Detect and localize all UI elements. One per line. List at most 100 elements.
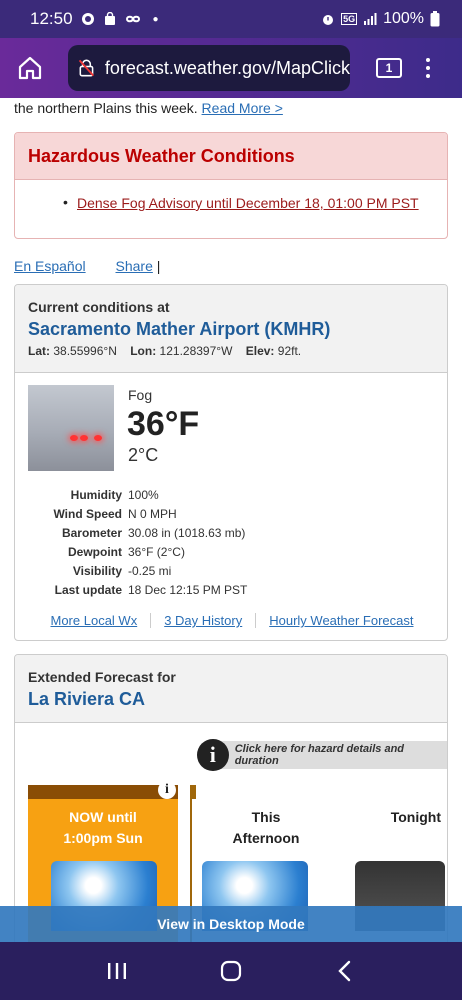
conditions-details-table: Humidity 100% Wind Speed N 0 MPH Barometer… [15,485,447,599]
details-key: Barometer [61,525,122,540]
current-conditions-panel: Current conditions at Sacramento Mather … [14,284,448,641]
browser-menu-button[interactable] [426,58,430,78]
hazard-details-text: Click here for hazard details and durati… [234,743,405,767]
three-day-history-link[interactable]: 3 Day History [150,613,255,628]
details-key: Dewpoint [68,544,122,559]
back-icon [338,960,351,982]
fog-light [80,435,88,441]
signal-icon [364,13,377,25]
dense-fog-advisory-link[interactable]: Dense Fog Advisory until December 18, 01… [77,195,419,211]
period-name-line1: Tonight [390,809,441,825]
details-value: -0.25 mi [128,563,172,578]
battery-percent: 100% [383,10,424,27]
details-key: Visibility [72,563,122,578]
share-link[interactable]: Share [116,258,153,274]
details-value: 100% [128,487,159,502]
period-name-line1: This [251,809,281,825]
period-name-line2: Afternoon [232,830,300,846]
hourly-forecast-link[interactable]: Hourly Weather Forecast [255,613,426,628]
recent-apps-button[interactable] [97,951,137,991]
details-row: Dewpoint 36°F (2°C) [15,542,447,561]
back-button[interactable] [325,951,365,991]
details-value: N 0 MPH [128,506,177,521]
home-nav-button[interactable] [211,951,251,991]
details-row: Humidity 100% [15,485,447,504]
elev-label: Elev: [245,344,275,358]
recent-apps-icon [108,963,126,979]
extended-forecast-header: Extended Forecast for La Riviera CA [15,655,447,723]
details-key: Last update [54,582,122,597]
espanol-link[interactable]: En Español [14,258,86,274]
station-coordinates: Lat: 38.55996°N Lon: 121.28397°W Elev: 9… [28,344,434,358]
extended-forecast-panel: Extended Forecast for La Riviera CA i Cl… [14,654,448,942]
period-name: This Afternoon [192,807,340,849]
home-nav-icon [220,960,242,982]
hazard-details-button[interactable]: i Click here for hazard details and dura… [197,739,447,771]
details-row: Wind Speed N 0 MPH [15,504,447,523]
station-name: Sacramento Mather Airport (KMHR) [28,319,331,339]
hazard-bar-strip [190,785,196,799]
not-secure-lock-icon [78,59,95,77]
system-navigation-bar [0,942,462,1000]
menu-dot [426,66,430,70]
details-value: 30.08 in (1018.63 mb) [128,525,246,540]
period-name: NOW until 1:00pm Sun [28,807,178,849]
condition-text: Fog [128,387,153,403]
fog-light [94,435,102,441]
period-name: Tonight [345,807,447,828]
elev-value: 92ft. [277,344,302,358]
hazard-bar-strip: i [28,781,178,799]
details-key: Wind Speed [53,506,122,521]
hazard-panel: Hazardous Weather Conditions Dense Fog A… [14,132,448,239]
current-conditions-body: Fog 36°F 2°C Humidity 100% Wind Speed N 0 … [15,373,447,640]
browser-toolbar: forecast.weather.gov/MapClick 1 [0,38,462,98]
details-value: 36°F (2°C) [128,544,185,559]
period-name-line1: NOW until [69,809,137,825]
lat-value: 38.55996°N [53,344,117,358]
temperature-c: 2°C [128,445,159,465]
home-button[interactable] [10,48,50,88]
alarm-icon [323,15,334,25]
details-row: Last update 18 Dec 12:15 PM PST [15,580,447,599]
menu-dot [426,58,430,62]
sync-icon [81,13,94,25]
language-share-row: En Español Share | [14,258,160,274]
info-icon: i [197,739,229,771]
lon-label: Lon: [130,344,157,358]
forecast-place: La Riviera CA [28,689,146,709]
info-icon[interactable]: i [158,781,176,799]
details-value: 18 Dec 12:15 PM PST [128,582,248,597]
url-text: forecast.weather.gov/MapClick [104,57,350,78]
fog-weather-image [28,385,114,471]
view-desktop-mode-button[interactable]: View in Desktop Mode [0,906,462,942]
lon-value: 121.28397°W [159,344,233,358]
hazard-item: Dense Fog Advisory until December 18, 01… [15,180,447,211]
network-type: 5G [341,13,358,25]
details-row: Barometer 30.08 in (1018.63 mb) [15,523,447,542]
url-bar[interactable]: forecast.weather.gov/MapClick [68,45,350,91]
lat-label: Lat: [28,344,50,358]
hazard-title: Hazardous Weather Conditions [15,133,447,180]
tabs-button[interactable]: 1 [376,58,402,78]
shopping-bag-icon [104,12,115,25]
current-conditions-header: Current conditions at Sacramento Mather … [15,285,447,373]
status-time: 12:50 [30,9,73,28]
intro-text: the northern Plains this week. Read More… [14,100,283,116]
extended-forecast-label: Extended Forecast for [28,669,176,685]
current-conditions-label: Current conditions at [28,299,170,315]
dot-icon: ● [152,13,159,25]
details-row: Visibility -0.25 mi [15,561,447,580]
status-bar: 12:50 ● 5G 100% [0,0,462,38]
fog-light [70,435,78,441]
details-key: Humidity [70,487,122,502]
share-separator: | [156,258,161,274]
temperature-f: 36°F [127,405,200,443]
conditions-links: More Local Wx 3 Day History Hourly Weath… [15,613,447,628]
page-content: the northern Plains this week. Read More… [0,98,462,942]
menu-dot [426,74,430,78]
intro-sentence: the northern Plains this week. [14,100,198,116]
period-name-line2: 1:00pm Sun [63,830,143,846]
battery-icon [430,11,440,27]
read-more-link[interactable]: Read More > [202,100,283,116]
more-local-wx-link[interactable]: More Local Wx [38,613,151,628]
